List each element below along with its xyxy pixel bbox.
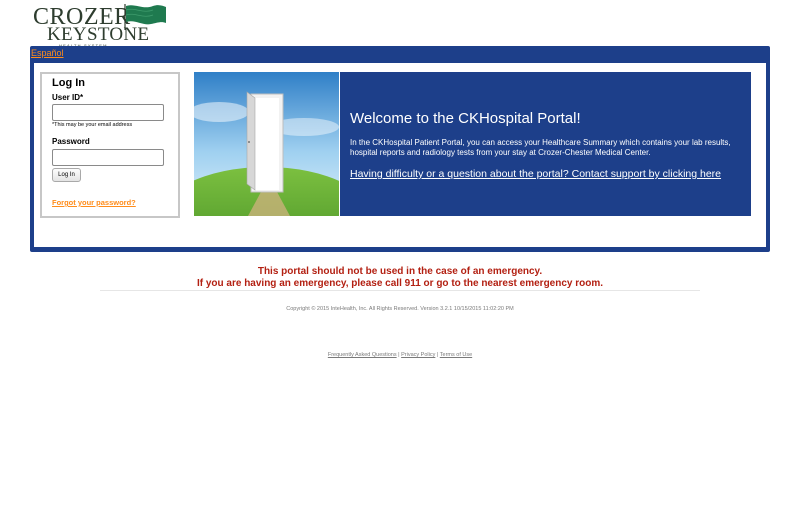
privacy-policy-link[interactable]: Privacy Policy <box>401 352 435 358</box>
emergency-warning-line1: This portal should not be used in the ca… <box>257 266 543 277</box>
login-title: Log In <box>52 77 85 89</box>
footer-separator: | <box>436 352 439 358</box>
terms-of-use-link[interactable]: Terms of Use <box>440 352 472 358</box>
password-input[interactable] <box>52 149 164 166</box>
emergency-warning-line2: If you are having an emergency, please c… <box>196 278 604 289</box>
divider <box>100 290 700 291</box>
userid-input[interactable] <box>52 104 164 121</box>
contact-support-link[interactable]: Having difficulty or a question about th… <box>350 168 721 180</box>
userid-label: User ID* <box>52 93 84 102</box>
welcome-panel: Welcome to the CKHospital Portal! In the… <box>340 72 751 216</box>
footer-separator: | <box>398 352 400 358</box>
crozer-keystone-logo: CROZER KEYSTONE HEALTH SYSTEM <box>33 4 168 48</box>
login-panel: Log In User ID* *This may be your email … <box>40 72 180 218</box>
language-link-espanol[interactable]: Español <box>31 48 64 59</box>
faq-link[interactable]: Frequently Asked Questions <box>328 352 397 358</box>
copyright-text: Copyright © 2015 InteHealth, Inc. All Ri… <box>286 306 514 312</box>
flag-icon <box>124 4 166 30</box>
footer-links: Frequently Asked Questions | Privacy Pol… <box>0 352 800 358</box>
open-door-hero-image <box>194 72 339 216</box>
login-button[interactable]: Log In <box>52 168 81 182</box>
welcome-title: Welcome to the CKHospital Portal! <box>350 110 581 127</box>
userid-hint: *This may be your email address <box>52 122 133 128</box>
password-label: Password <box>52 137 90 146</box>
welcome-description: In the CKHospital Patient Portal, you ca… <box>350 138 731 157</box>
forgot-password-link[interactable]: Forgot your password? <box>52 198 136 207</box>
